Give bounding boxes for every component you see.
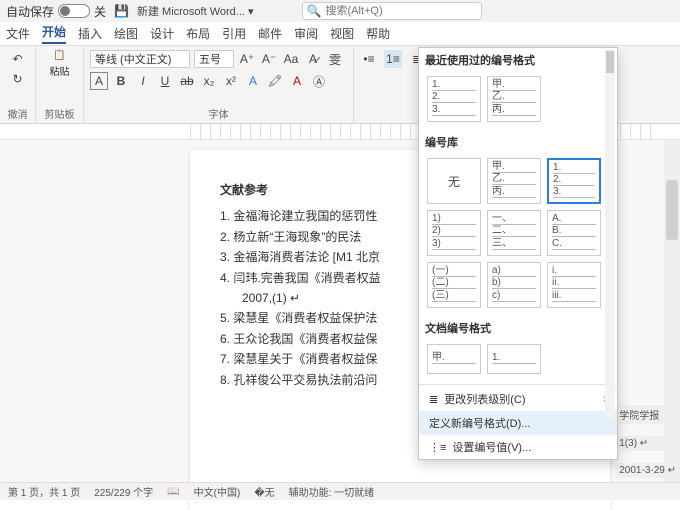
toggle-icon [58, 4, 90, 18]
tab-布局[interactable]: 布局 [186, 25, 210, 42]
status-accessibility[interactable]: 辅助功能: 一切就绪 [289, 484, 375, 499]
set-numbering-value-item[interactable]: ⋮≡ 设置编号值(V)... [419, 435, 617, 459]
search-input[interactable] [326, 5, 477, 17]
clear-formatting-button[interactable]: A̷ [304, 50, 322, 68]
set-value-label: 设置编号值(V)... [452, 439, 531, 455]
side-tag[interactable]: 2001-3-29 ↵ [615, 463, 680, 478]
list-level-icon: ≣ [429, 393, 438, 406]
tab-绘图[interactable]: 绘图 [114, 25, 138, 42]
decrease-font-button[interactable]: A⁻ [260, 50, 278, 68]
numbering-swatch-aparen[interactable]: a)b)c) [487, 262, 541, 308]
undo-button[interactable]: ↶ [9, 50, 27, 68]
numbering-swatch-roman[interactable]: i.ii.iii. [547, 262, 601, 308]
status-proofing-icon[interactable]: 📖 [167, 486, 179, 497]
tab-文件[interactable]: 文件 [6, 25, 30, 42]
numbering-button[interactable]: 1≡ [384, 50, 402, 68]
char-shading-button[interactable]: Ⓐ [310, 72, 328, 90]
clipboard-group-label: 剪贴板 [36, 106, 83, 121]
document-title[interactable]: 新建 Microsoft Word... ▾ [137, 3, 254, 19]
italic-button[interactable]: I [134, 72, 152, 90]
tab-引用[interactable]: 引用 [222, 25, 246, 42]
tab-视图[interactable]: 视图 [330, 25, 354, 42]
superscript-button[interactable]: x² [222, 72, 240, 90]
numbering-swatch-abc[interactable]: A.B.C. [547, 210, 601, 256]
change-list-level-label: 更改列表级别(C) [444, 391, 525, 407]
highlight-button[interactable]: 🖍 [266, 72, 284, 90]
comment-tags: 学院学报 1(3) ↵ 2001-3-29 ↵ [615, 405, 680, 478]
numbering-swatch-recent-1[interactable]: 1.2.3. [427, 76, 481, 122]
dd-section-library: 编号库 [419, 130, 617, 154]
undo-group-label: 撤消 [0, 106, 35, 121]
tab-审阅[interactable]: 审阅 [294, 25, 318, 42]
dropdown-scrollbar[interactable] [605, 50, 615, 419]
define-new-label: 定义新编号格式(D)... [429, 415, 530, 431]
font-group: 等线 (中文正文) 五号 A⁺ A⁻ Aa A̷ 雯 A B I U ab x₂… [84, 46, 354, 123]
numbering-swatch-123[interactable]: 1.2.3. [547, 158, 601, 204]
ribbon-tabs: 文件开始插入绘图设计布局引用邮件审阅视图帮助 [0, 22, 680, 46]
tab-邮件[interactable]: 邮件 [258, 25, 282, 42]
title-bar: 自动保存 关 💾 新建 Microsoft Word... ▾ 🔍 [0, 0, 680, 22]
status-bar: 第 1 页，共 1 页 225/229 个字 📖 中文(中国) �无 辅助功能:… [0, 482, 680, 500]
search-icon: 🔍 [307, 4, 322, 18]
paste-label: 粘贴 [50, 63, 70, 78]
tab-帮助[interactable]: 帮助 [366, 25, 390, 42]
tab-开始[interactable]: 开始 [42, 23, 66, 44]
phonetic-button[interactable]: 雯 [326, 50, 344, 68]
numbering-swatch-cn[interactable]: 一、二、三、 [487, 210, 541, 256]
paste-icon: 📋 [53, 50, 65, 61]
numbering-swatch-cparen[interactable]: (一)(二)(三) [427, 262, 481, 308]
side-tag[interactable]: 学院学报 [615, 405, 680, 424]
char-border-button[interactable]: A [90, 72, 108, 90]
define-new-number-format-item[interactable]: 定义新编号格式(D)... [419, 411, 617, 435]
numbering-swatch-paren[interactable]: 1)2)3) [427, 210, 481, 256]
tab-插入[interactable]: 插入 [78, 25, 102, 42]
increase-font-button[interactable]: A⁺ [238, 50, 256, 68]
search-box[interactable]: 🔍 [302, 2, 482, 20]
strike-button[interactable]: ab [178, 72, 196, 90]
font-name-select[interactable]: 等线 (中文正文) [90, 50, 190, 68]
bullets-button[interactable]: •≡ [360, 50, 378, 68]
numbering-swatch-doc-2[interactable]: 1. [487, 344, 541, 374]
status-page[interactable]: 第 1 页，共 1 页 [8, 484, 80, 499]
dd-section-recent: 最近使用过的编号格式 [419, 48, 617, 72]
paste-button[interactable]: 📋 粘贴 [42, 50, 77, 78]
side-tag[interactable]: 1(3) ↵ [615, 436, 680, 451]
clipboard-group: 📋 粘贴 剪贴板 [36, 46, 84, 123]
autosave-label: 自动保存 [6, 3, 54, 20]
font-color-button[interactable]: A [288, 72, 306, 90]
undo-group: ↶ ↻ 撤消 [0, 46, 36, 123]
save-icon[interactable]: 💾 [114, 4, 129, 18]
numbering-swatch-doc-1[interactable]: 甲. [427, 344, 481, 374]
tab-设计[interactable]: 设计 [150, 25, 174, 42]
change-list-level-item[interactable]: ≣ 更改列表级别(C) › [419, 387, 617, 411]
font-group-label: 字体 [84, 106, 353, 121]
text-effects-button[interactable]: A [244, 72, 262, 90]
autosave-state: 关 [94, 3, 106, 20]
change-case-button[interactable]: Aa [282, 50, 300, 68]
numbering-dropdown: 最近使用过的编号格式 1.2.3. 甲.乙.丙. 编号库 无 甲.乙.丙. 1.… [418, 47, 618, 460]
numbering-swatch-recent-2[interactable]: 甲.乙.丙. [487, 76, 541, 122]
underline-button[interactable]: U [156, 72, 174, 90]
bold-button[interactable]: B [112, 72, 130, 90]
numbering-swatch-none[interactable]: 无 [427, 158, 481, 204]
dd-section-doc: 文档编号格式 [419, 316, 617, 340]
status-language[interactable]: 中文(中国) [194, 484, 241, 499]
subscript-button[interactable]: x₂ [200, 72, 218, 90]
set-value-icon: ⋮≡ [429, 441, 446, 454]
status-wordcount[interactable]: 225/229 个字 [94, 484, 153, 499]
status-accessibility-icon: �无 [254, 484, 274, 499]
numbering-swatch-hz[interactable]: 甲.乙.丙. [487, 158, 541, 204]
redo-button[interactable]: ↻ [9, 70, 27, 88]
autosave-toggle[interactable]: 自动保存 关 [6, 3, 106, 20]
font-size-select[interactable]: 五号 [194, 50, 234, 68]
